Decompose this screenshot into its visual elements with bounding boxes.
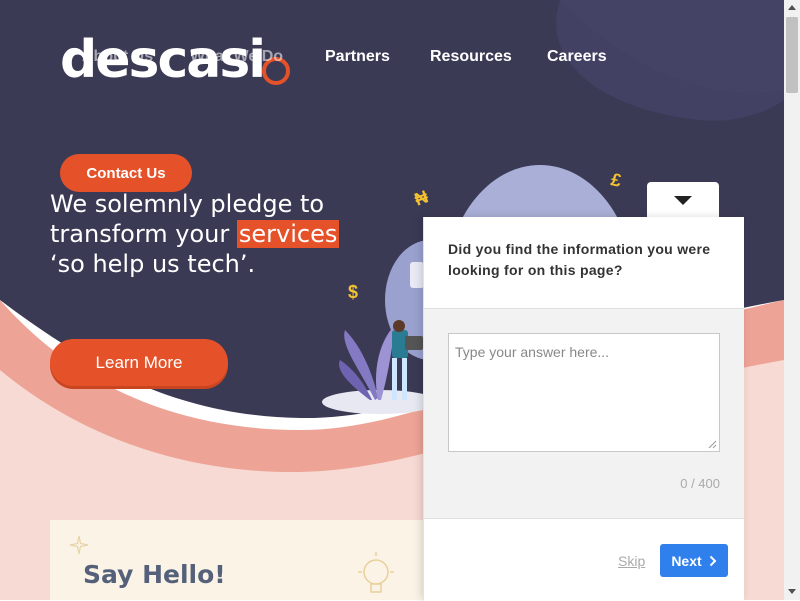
scroll-down-icon[interactable] — [788, 589, 796, 594]
contact-us-label: Contact Us — [86, 164, 166, 182]
say-hello-title: Say Hello! — [83, 560, 226, 589]
character-count: 0 / 400 — [680, 476, 720, 491]
skip-link[interactable]: Skip — [618, 553, 645, 569]
learn-more-label: Learn More — [95, 352, 183, 372]
next-button-label: Next — [671, 552, 702, 569]
nav-item-what-we-do[interactable]: What We Do — [190, 48, 283, 66]
main-nav: About Us What We Do Partners Resources C… — [0, 48, 784, 68]
feedback-survey-panel: Did you find the information you were lo… — [423, 217, 744, 601]
learn-more-button[interactable]: Learn More — [50, 339, 228, 386]
nav-item-resources[interactable]: Resources — [430, 48, 512, 66]
headline-highlight: services — [236, 220, 340, 248]
survey-question-area: Did you find the information you were lo… — [424, 217, 744, 309]
scrollbar-thumb[interactable] — [786, 17, 798, 93]
survey-collapse-tab[interactable] — [647, 182, 719, 220]
phone-shape — [410, 262, 424, 288]
headline-text-end: ‘so help us tech’. — [50, 250, 256, 278]
scroll-up-icon[interactable] — [788, 5, 796, 10]
hero-headline: We solemnly pledge to transform your ser… — [50, 189, 340, 279]
survey-question: Did you find the information you were lo… — [448, 241, 711, 278]
sparkle-icon — [69, 535, 89, 555]
page-scrollbar[interactable] — [784, 0, 800, 600]
chevron-right-icon — [709, 555, 717, 566]
say-hello-card: Say Hello! — [50, 520, 430, 600]
nav-item-about-us[interactable]: About Us — [82, 48, 153, 66]
survey-answer-input[interactable] — [448, 333, 720, 452]
lightbulb-icon — [358, 552, 394, 593]
resize-grip-icon[interactable] — [707, 439, 717, 449]
caret-down-icon — [674, 196, 692, 205]
nav-item-partners[interactable]: Partners — [325, 48, 390, 66]
survey-footer: Skip Next — [424, 518, 744, 601]
nav-item-careers[interactable]: Careers — [547, 48, 607, 66]
contact-us-button[interactable]: Contact Us — [60, 154, 192, 192]
laptop-shape — [405, 336, 423, 350]
dollar-icon: $ — [348, 282, 359, 302]
next-button[interactable]: Next — [660, 544, 728, 577]
